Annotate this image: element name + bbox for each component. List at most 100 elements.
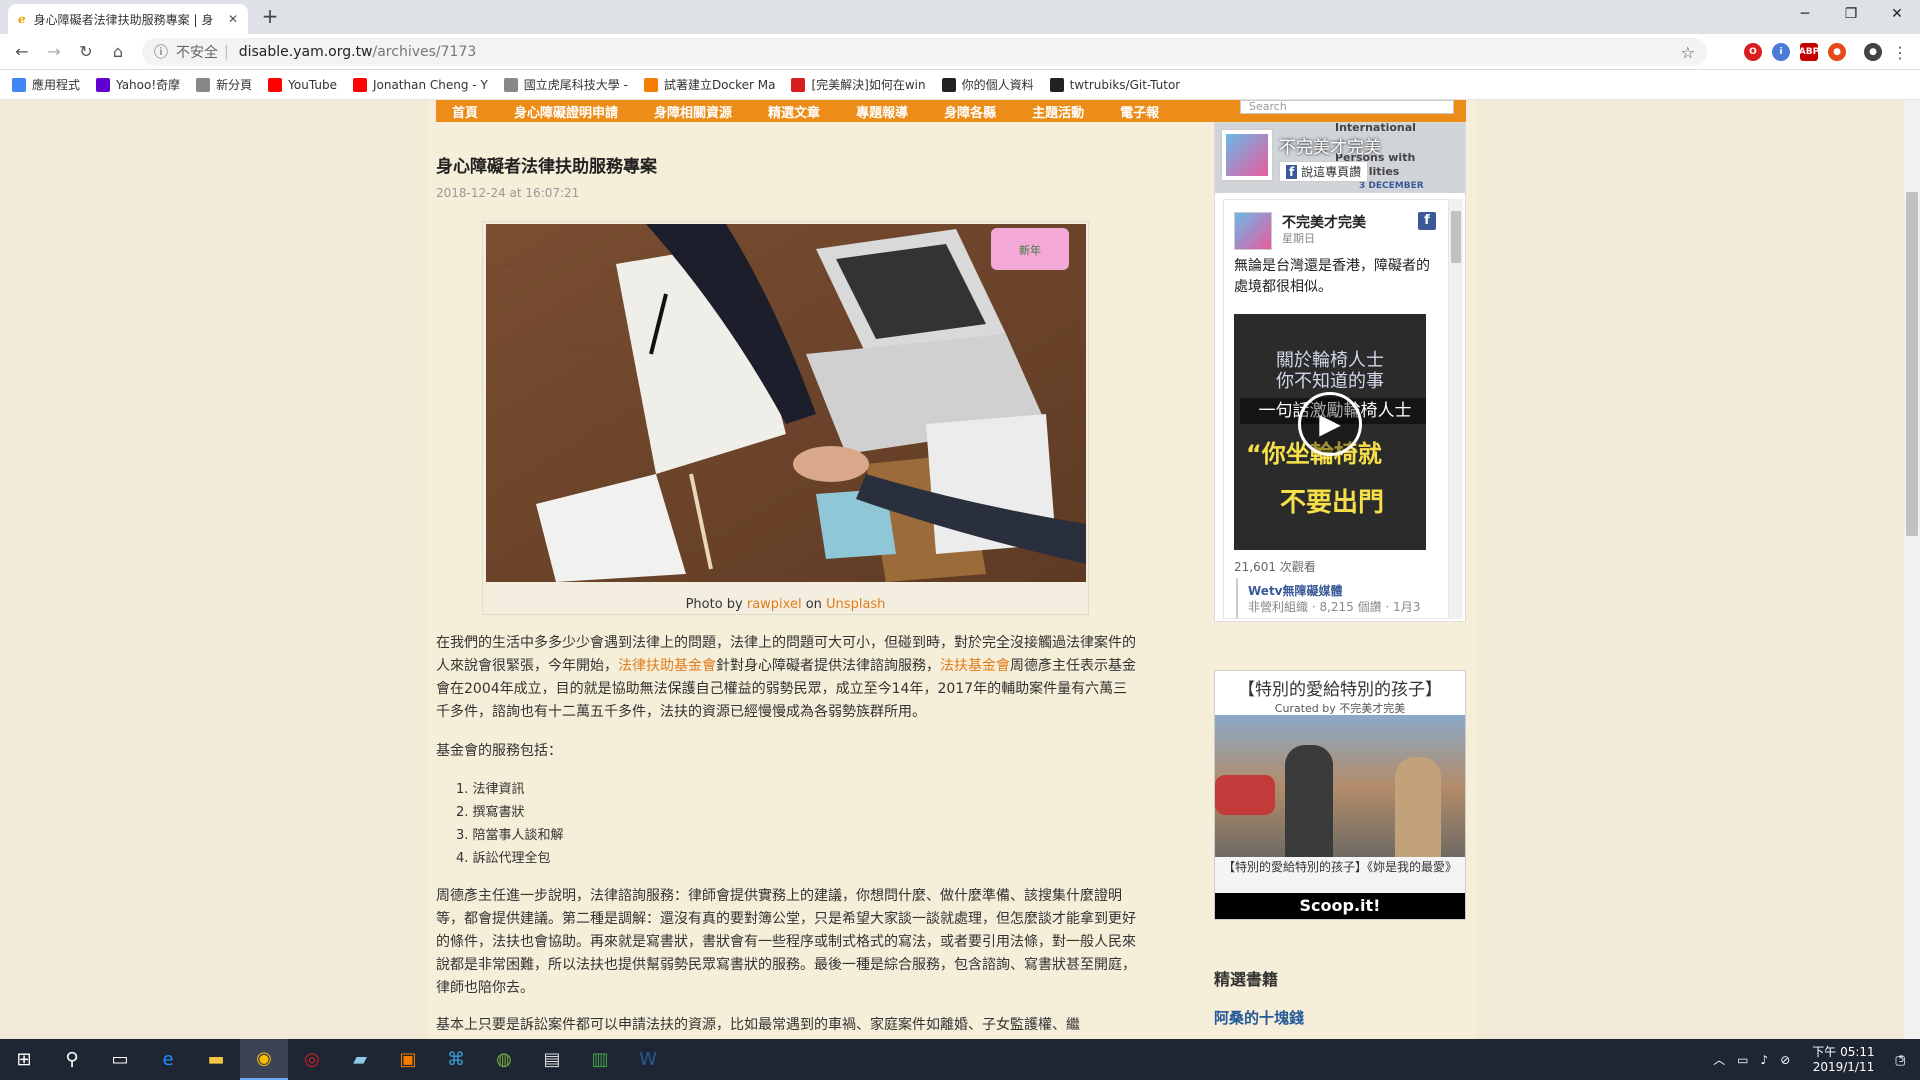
- facebook-page-widget: International Persons with ilities 3 DEC…: [1214, 122, 1466, 622]
- search-icon[interactable]: ⚲: [48, 1039, 96, 1080]
- nav-item[interactable]: 專題報導: [856, 102, 908, 121]
- tray-chevron-icon[interactable]: ︿: [1713, 1051, 1725, 1068]
- minimize-button[interactable]: ─: [1782, 0, 1828, 30]
- opera-extension-icon[interactable]: O: [1744, 43, 1762, 61]
- nav-item[interactable]: 身障各縣: [944, 102, 996, 121]
- extension-icon[interactable]: i: [1772, 43, 1790, 61]
- caption-link-rawpixel[interactable]: rawpixel: [747, 597, 802, 612]
- browser-tab[interactable]: ℯ 身心障礙者法律扶助服務專案 | 身 ✕: [8, 4, 248, 34]
- caption-link-unsplash[interactable]: Unsplash: [826, 597, 885, 612]
- volume-icon[interactable]: ♪: [1761, 1053, 1769, 1067]
- bookmark-item[interactable]: 新分頁: [196, 76, 252, 93]
- bookmark-favicon-icon: [643, 77, 658, 92]
- word-icon[interactable]: W: [624, 1039, 672, 1080]
- adblock-icon[interactable]: ABP: [1799, 43, 1819, 61]
- scoop-logo[interactable]: Scoop.it!: [1215, 893, 1465, 919]
- maximize-button[interactable]: ❐: [1828, 0, 1874, 30]
- play-icon[interactable]: ▶: [1298, 392, 1362, 456]
- bookmark-item[interactable]: 應用程式: [12, 76, 80, 93]
- home-button[interactable]: ⌂: [106, 40, 130, 64]
- page-scrollbar-thumb[interactable]: [1906, 192, 1918, 536]
- notepad-icon[interactable]: ▰: [336, 1039, 384, 1080]
- nav-item[interactable]: 身心障礙證明申請: [514, 102, 618, 121]
- fb-widget-scrollbar[interactable]: [1449, 199, 1463, 619]
- tab-close-icon[interactable]: ✕: [228, 12, 238, 26]
- book-link[interactable]: 阿桑的十塊錢: [1214, 1007, 1304, 1028]
- url-separator: |: [224, 44, 229, 60]
- link-legal-aid-foundation[interactable]: 法律扶助基金會: [618, 658, 716, 674]
- bookmark-item[interactable]: Yahoo!奇摩: [96, 76, 180, 93]
- fb-post-text: 無論是台灣還是香港，障礙者的處境都很相似。: [1234, 258, 1430, 295]
- bookmark-label: 國立虎尾科技大學 -: [523, 78, 628, 92]
- paragraph-1: 在我們的生活中多多少少會遇到法律上的問題，法律上的問題可大可小，但碰到時，對於完…: [436, 632, 1136, 724]
- fb-post-author[interactable]: 不完美才完美: [1282, 212, 1366, 232]
- new-tab-button[interactable]: +: [258, 4, 282, 28]
- close-window-button[interactable]: ✕: [1874, 0, 1920, 30]
- scoop-title[interactable]: 【特別的愛給特別的孩子】: [1215, 671, 1465, 700]
- site-search-input[interactable]: Search: [1240, 100, 1454, 114]
- chrome-icon[interactable]: ◉: [240, 1039, 288, 1080]
- extension-icon-2[interactable]: ●: [1828, 43, 1846, 61]
- bookmark-favicon-icon: [941, 77, 956, 92]
- info-icon[interactable]: ⓘ: [154, 42, 168, 62]
- bookmark-item[interactable]: twtrubiks/Git-Tutor: [1049, 77, 1180, 92]
- profile-avatar[interactable]: ●: [1864, 43, 1882, 61]
- paragraph-2: 基金會的服務包括：: [436, 743, 562, 759]
- list-item: 1. 法律資訊: [456, 782, 525, 797]
- url-host: disable.yam.org.tw: [238, 44, 373, 60]
- network-icon[interactable]: ▭: [1737, 1053, 1748, 1067]
- fb-video[interactable]: 關於輪椅人士 你不知道的事 一句話激勵輪椅人士 “你坐輪椅就 不要出門 ▶: [1234, 314, 1426, 550]
- menu-icon[interactable]: ⋮: [1892, 43, 1908, 62]
- bookmark-item[interactable]: Jonathan Cheng - Y: [352, 77, 488, 92]
- file-explorer-icon[interactable]: ▬: [192, 1039, 240, 1080]
- scoop-photo[interactable]: [1215, 715, 1465, 859]
- nav-item[interactable]: 主題活動: [1032, 102, 1084, 121]
- start-button[interactable]: ⊞: [0, 1039, 48, 1080]
- browser-toolbar: ← → ↻ ⌂ ⓘ 不安全 | disable.yam.org.tw /arch…: [0, 34, 1920, 70]
- bookmark-item[interactable]: YouTube: [268, 77, 337, 92]
- vscode-icon[interactable]: ⌘: [432, 1039, 480, 1080]
- nav-item[interactable]: 身障相關資源: [654, 102, 732, 121]
- security-label: 不安全: [176, 45, 218, 61]
- forward-button[interactable]: →: [42, 40, 66, 64]
- link-legal-aid[interactable]: 法扶基金會: [940, 658, 1010, 674]
- facebook-icon[interactable]: f: [1418, 212, 1436, 230]
- app-red-icon[interactable]: ◎: [288, 1039, 336, 1080]
- fb-cover: International Persons with ilities 3 DEC…: [1215, 123, 1465, 193]
- notification-icon[interactable]: ▢ 5: [1895, 1053, 1906, 1067]
- bookmark-star-icon[interactable]: ☆: [1681, 43, 1695, 62]
- caption-mid: on: [801, 597, 827, 612]
- bookmarks-bar: 應用程式 Yahoo!奇摩 新分頁 YouTube Jonathan Cheng - Y…: [0, 70, 1920, 100]
- bookmark-item[interactable]: 國立虎尾科技大學 -: [503, 76, 628, 93]
- xampp-icon[interactable]: ▣: [384, 1039, 432, 1080]
- fb-like-label: 說這專頁讚: [1301, 165, 1362, 179]
- nav-item[interactable]: 首頁: [452, 102, 478, 121]
- bookmark-favicon-icon: [12, 77, 26, 92]
- list-item: 2. 撰寫書狀: [456, 805, 525, 820]
- comment-thread-line: [1236, 578, 1248, 618]
- nav-item[interactable]: 精選文章: [768, 102, 820, 121]
- photo-caption: Photo by rawpixel on Unsplash: [482, 597, 1089, 612]
- wetv-name[interactable]: Wetv無障礙媒體: [1248, 582, 1343, 599]
- sheets-icon[interactable]: ▥: [576, 1039, 624, 1080]
- bookmark-label: 應用程式: [32, 78, 81, 92]
- bookmark-item[interactable]: 試著建立Docker Ma: [643, 76, 775, 93]
- address-bar[interactable]: ⓘ 不安全 | disable.yam.org.tw /archives/717…: [142, 38, 1707, 66]
- bookmark-item[interactable]: [完美解決]如何在win: [791, 76, 926, 93]
- bookmark-item[interactable]: 你的個人資料: [941, 76, 1034, 93]
- clock[interactable]: 下午 05:11 2019/1/11: [1812, 1045, 1874, 1075]
- nav-item[interactable]: 電子報: [1120, 102, 1159, 121]
- back-button[interactable]: ←: [10, 40, 34, 64]
- terminal-icon[interactable]: ▤: [528, 1039, 576, 1080]
- android-icon[interactable]: ◍: [480, 1039, 528, 1080]
- url-path: /archives/7173: [372, 44, 477, 60]
- ime-icon[interactable]: ⊘: [1780, 1053, 1790, 1067]
- scoop-caption[interactable]: 【特別的愛給特別的孩子】《妳是我的最愛》: [1215, 857, 1465, 895]
- fb-like-button[interactable]: f 說這專頁讚: [1279, 161, 1369, 182]
- fb-page-name[interactable]: 不完美才完美: [1279, 133, 1381, 158]
- reload-button[interactable]: ↻: [74, 40, 98, 64]
- fb-page-avatar: [1221, 129, 1273, 181]
- edge-icon[interactable]: e: [144, 1039, 192, 1080]
- task-view-icon[interactable]: ▭: [96, 1039, 144, 1080]
- fb-post: 不完美才完美 星期日 f 無論是台灣還是香港，障礙者的處境都很相似。 關於輪椅人…: [1223, 199, 1449, 619]
